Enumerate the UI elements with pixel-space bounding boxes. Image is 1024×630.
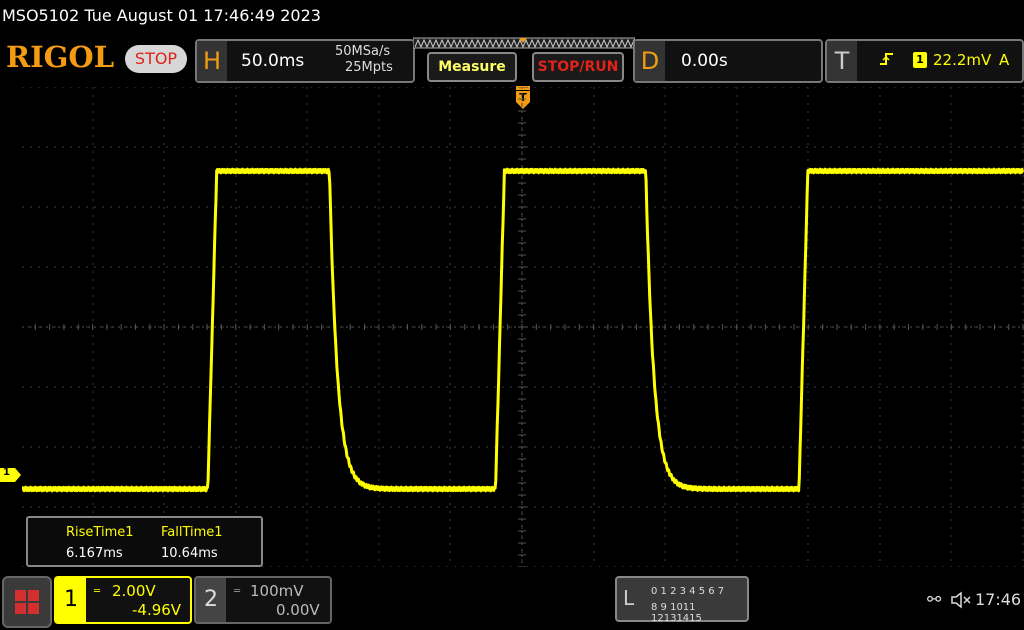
measure-value-fall: 10.64ms: [161, 546, 218, 561]
delay-value: 0.00s: [681, 51, 728, 71]
channel-1-scale: 2.00V: [112, 582, 156, 600]
logic-channels-row2: 8 9 1011 12131415: [651, 602, 702, 624]
run-state-badge[interactable]: STOP: [125, 45, 187, 73]
menu-grid-icon: [15, 590, 39, 614]
measure-button[interactable]: Measure: [427, 52, 517, 82]
measure-label-fall: FallTime1: [161, 525, 223, 540]
channel-2-scale: 100mV: [250, 582, 304, 600]
memory-depth: 25Mpts: [345, 60, 393, 75]
speaker-muted-icon[interactable]: [950, 591, 972, 609]
trigger-letter: T: [827, 41, 857, 81]
channel-1-offset-marker[interactable]: 1: [0, 467, 22, 482]
sample-rate: 50MSa/s: [335, 44, 391, 59]
menu-button[interactable]: [2, 576, 52, 628]
logic-channels-row1: 0 1 2 3 4 5 6 7: [651, 586, 725, 597]
offset-marker-label: 1: [3, 467, 10, 478]
horizontal-panel[interactable]: H 50.0ms 50MSa/s 25Mpts: [195, 39, 415, 83]
rising-edge-icon: [880, 53, 893, 65]
timebase-value: 50.0ms: [241, 51, 305, 71]
measurement-panel[interactable]: RiseTime1 FallTime1 6.167ms 10.64ms: [26, 516, 263, 567]
stop-run-button[interactable]: STOP/RUN: [532, 52, 624, 82]
channel-1-panel[interactable]: 1 ═ 2.00V -4.96V: [54, 576, 192, 624]
channel-2-offset: 0.00V: [276, 601, 320, 619]
channel-1-trace: [22, 167, 1024, 493]
trigger-panel[interactable]: T 1 22.2mV A: [825, 39, 1024, 83]
clock: 17:46: [975, 590, 1022, 609]
horizontal-letter: H: [197, 41, 227, 81]
channel-2-number: 2: [196, 578, 226, 622]
measure-value-rise: 6.167ms: [66, 546, 123, 561]
logic-letter: L: [623, 586, 635, 610]
waveform-display[interactable]: [22, 87, 1024, 567]
channel-1-offset: -4.96V: [132, 601, 182, 619]
channel-2-panel[interactable]: 2 ═ 100mV 0.00V: [194, 576, 332, 624]
dc-coupling-icon: ═: [94, 586, 101, 597]
model-datetime: MSO5102 Tue August 01 17:46:49 2023: [2, 6, 321, 25]
memory-overview: [413, 37, 635, 49]
dc-coupling-icon: ═: [234, 586, 241, 597]
trigger-level: 22.2mV: [933, 51, 992, 69]
channel-1-number: 1: [56, 578, 86, 622]
delay-letter: D: [635, 41, 665, 81]
usb-icon: ⚯: [927, 590, 942, 610]
graticule: [22, 87, 1024, 567]
trigger-source-badge: 1: [913, 52, 927, 68]
status-line: MSO5102 Tue August 01 17:46:49 2023: [0, 0, 1024, 34]
logic-analyzer-panel[interactable]: L 0 1 2 3 4 5 6 7 8 9 1011 12131415: [615, 576, 749, 624]
brand-logo: RIGOL: [6, 40, 115, 74]
trigger-mode: A: [999, 51, 1010, 69]
measure-label-rise: RiseTime1: [66, 525, 134, 540]
delay-panel[interactable]: D 0.00s: [633, 39, 823, 83]
